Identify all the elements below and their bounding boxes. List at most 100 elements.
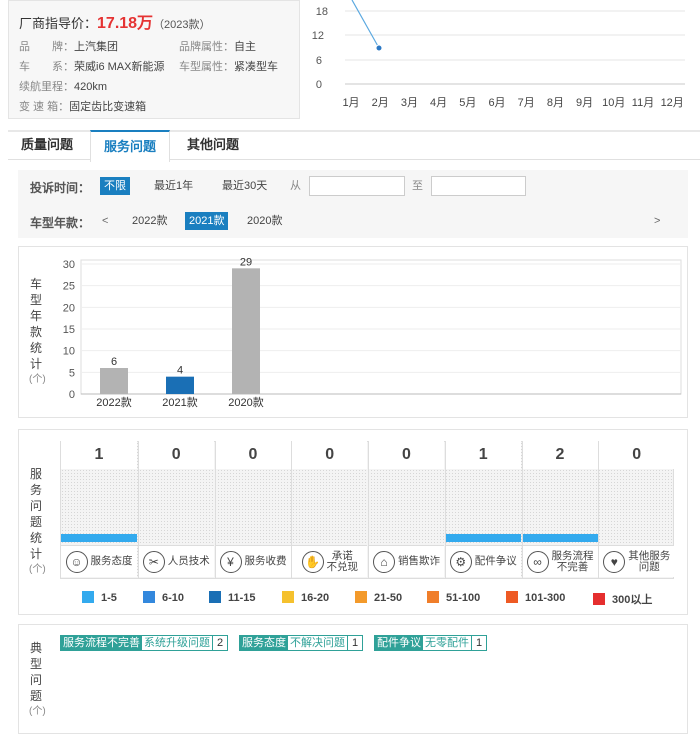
smile-icon: ☺ [65,550,88,573]
legend-item: 101-300 [506,591,565,604]
year-next-arrow[interactable]: > [650,212,664,230]
y-tick-label: 30 [63,259,75,271]
complaint-count: 1 [61,441,137,469]
service-category-cell[interactable]: 0 ¥ 服务收费 [214,441,291,579]
count-level-bar [445,534,521,542]
trend-month-label: 9月 [576,97,593,109]
trend-month-label: 12月 [661,97,684,109]
service-category-cell[interactable]: 1 ⚙ 配件争议 [444,441,521,579]
bar-2020款[interactable] [232,268,260,394]
date-from-input[interactable] [309,176,405,196]
trend-y-tick: 18 [316,6,328,18]
trend-y-tick: 6 [316,55,322,67]
category-label-line: 其他服务 [628,549,671,562]
legend-item: 300以上 [593,591,652,607]
tab-other[interactable]: 其他问题 [174,130,252,161]
trend-month-label: 2月 [372,97,389,109]
info-gearbox: 变 速 箱：固定齿比变速箱 [19,101,147,113]
tools-icon: ✂ [142,550,165,573]
category-label-line: 销售欺诈 [398,555,440,567]
trend-line [351,0,380,49]
from-label: 从 [290,180,301,192]
typical-tag[interactable]: 配件争议 无零配件 1 [374,635,488,651]
tab-quality[interactable]: 质量问题 [8,130,86,161]
service-category-label: ⌂ 销售欺诈 [369,545,444,577]
bar-2022款[interactable] [100,368,128,394]
price-label: 厂商指导价： [19,16,98,31]
bar-value-label: 29 [240,256,252,268]
year-bar-chart: 30 25 20 15 10 5 0 6 2022款 4 2021款 29 2020款 [63,256,682,409]
category-label-line: 承诺 [331,549,353,562]
filter-bar: 投诉时间： 不限 最近1年 最近30天 从 至 车型年款： < 2022款 20… [18,170,688,238]
trend-month-label: 11月 [632,97,654,109]
category-label-line: 问题 [638,560,660,573]
service-category-cell[interactable]: 0 ✋ 承诺 不兑现 [291,441,368,579]
year-option-2021[interactable]: 2021款 [185,212,229,230]
category-label-line: 不兑现 [326,560,359,573]
x-tick-label: 2020款 [228,395,263,409]
service-category-cell[interactable]: 2 ∞ 服务流程 不完善 [521,441,598,579]
y-tick-label: 5 [69,367,75,379]
complaint-trend-chart: 18 12 6 0 1月 2月 3月 4月 5月 6月 7月 8月 9月 10月 11月 12月 [312,0,685,109]
complaint-count: 0 [599,441,675,469]
year-filter-label: 车型年款： [30,216,91,230]
service-category-cell[interactable]: 0 ⌂ 销售欺诈 [368,441,444,579]
gear-icon: ⚙ [449,550,472,573]
service-category-cell[interactable]: 1 ☺ 服务态度 [61,441,137,579]
info-range: 续航里程：420km [19,81,108,93]
plot-frame [80,259,682,395]
info-brand-attr: 品牌属性：自主 [179,41,256,53]
year-prev-arrow[interactable]: < [98,212,112,230]
trend-month-label: 3月 [401,97,418,109]
tab-service[interactable]: 服务问题 [90,130,170,162]
year-option-2022[interactable]: 2022款 [128,212,171,230]
date-to-input[interactable] [431,176,526,196]
year-option-2020[interactable]: 2020款 [243,212,286,230]
trend-month-label: 6月 [488,97,505,109]
typical-tag[interactable]: 服务流程不完善 系统升级问题 2 [60,635,229,651]
time-option-30days[interactable]: 最近30天 [218,177,271,195]
problem-tabs: 质量问题 服务问题 其他问题 [8,130,700,162]
trend-month-label: 4月 [430,97,447,109]
category-label-line: 服务态度 [90,555,133,567]
trend-month-label: 8月 [547,97,564,109]
time-option-1year[interactable]: 最近1年 [150,177,197,195]
legend-item: 16-20 [282,591,329,604]
service-category-cell[interactable]: 0 ♥ 其他服务 问题 [598,441,675,579]
count-level-bar [61,534,137,542]
service-category-label: ¥ 服务收费 [215,545,291,577]
service-category-label: ♥ 其他服务 问题 [599,545,675,577]
y-tick-label: 15 [63,324,75,336]
brand-value[interactable]: 上汽集团 [74,41,118,53]
category-label-line: 人员技术 [167,555,210,567]
category-label-line: 配件争议 [474,555,517,567]
complaint-count: 2 [522,441,598,469]
y-tick-label: 25 [63,281,75,293]
price-value: 17.18万 [97,15,154,32]
car-info-card: 厂商指导价：17.18万（2023款） 品 牌：上汽集团 品牌属性：自主 车 系… [8,0,300,119]
y-tick-label: 20 [63,302,75,314]
link-icon: ∞ [526,550,549,573]
money-bag-icon: ¥ [219,550,242,573]
series-value[interactable]: 荣威i6 MAX新能源 [74,61,164,73]
count-level-bar [522,534,598,542]
legend-item: 51-100 [427,591,480,604]
trend-month-label: 5月 [459,97,476,109]
trend-y-tick: 0 [316,79,322,91]
y-tick-label: 0 [69,389,75,401]
time-option-all[interactable]: 不限 [100,177,130,195]
legend-item: 11-15 [209,591,256,604]
trend-month-label: 7月 [518,97,535,109]
complaint-count: 0 [138,441,214,469]
bar-value-label: 6 [111,356,117,368]
bar-2021款[interactable] [166,376,194,394]
service-category-cell[interactable]: 0 ✂ 人员技术 [137,441,214,579]
category-label-line: 服务收费 [244,555,287,567]
price-year: （2023款） [153,19,211,31]
price-line: 厂商指导价：17.18万（2023款） [19,9,211,33]
category-label-line: 服务流程 [551,549,594,562]
typical-tag[interactable]: 服务态度 不解决问题 1 [239,635,364,651]
legend-item: 6-10 [143,591,184,604]
complaint-count: 0 [369,441,444,469]
legend-item: 1-5 [82,591,117,604]
